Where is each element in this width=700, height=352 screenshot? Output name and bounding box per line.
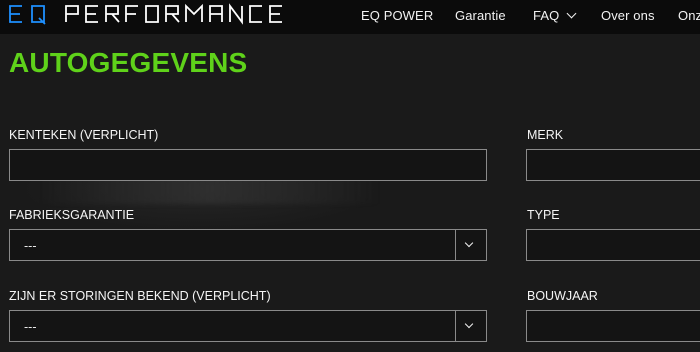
chevron-down-icon — [566, 8, 577, 19]
fabrieksgarantie-value: --- — [24, 239, 37, 253]
page-title: AUTOGEGEVENS — [9, 47, 248, 78]
kenteken-label: KENTEKEN (VERPLICHT) — [9, 128, 159, 142]
storingen-value: --- — [24, 320, 37, 334]
nav-onze[interactable]: Onz — [678, 8, 700, 23]
main-nav: EQ POWER Garantie FAQ Over ons Onz — [0, 0, 700, 34]
type-label: TYPE — [527, 208, 560, 222]
page-content — [0, 34, 700, 352]
fabrieksgarantie-dropdown-button[interactable] — [455, 230, 486, 260]
fabrieksgarantie-label: FABRIEKSGARANTIE — [9, 208, 135, 222]
storingen-select[interactable]: --- — [9, 310, 487, 342]
storingen-dropdown-button[interactable] — [455, 311, 486, 341]
type-input[interactable] — [526, 229, 700, 261]
nav-eq-power[interactable]: EQ POWER — [361, 8, 433, 23]
merk-label: MERK — [527, 128, 564, 142]
chevron-down-icon — [464, 238, 474, 248]
storingen-label: ZIJN ER STORINGEN BEKEND (VERPLICHT) — [9, 289, 271, 303]
merk-input[interactable] — [526, 149, 700, 181]
kenteken-input[interactable] — [9, 149, 487, 181]
bouwjaar-input[interactable] — [526, 310, 700, 342]
top-navigation-bar: EQ POWER Garantie FAQ Over ons Onz — [0, 0, 700, 34]
nav-over-ons[interactable]: Over ons — [601, 8, 655, 23]
fabrieksgarantie-select[interactable]: --- — [9, 229, 487, 261]
nav-faq[interactable]: FAQ — [533, 8, 577, 23]
nav-garantie[interactable]: Garantie — [455, 8, 506, 23]
nav-faq-label: FAQ — [533, 8, 560, 23]
chevron-down-icon — [464, 319, 474, 329]
bouwjaar-label: BOUWJAAR — [527, 289, 598, 303]
